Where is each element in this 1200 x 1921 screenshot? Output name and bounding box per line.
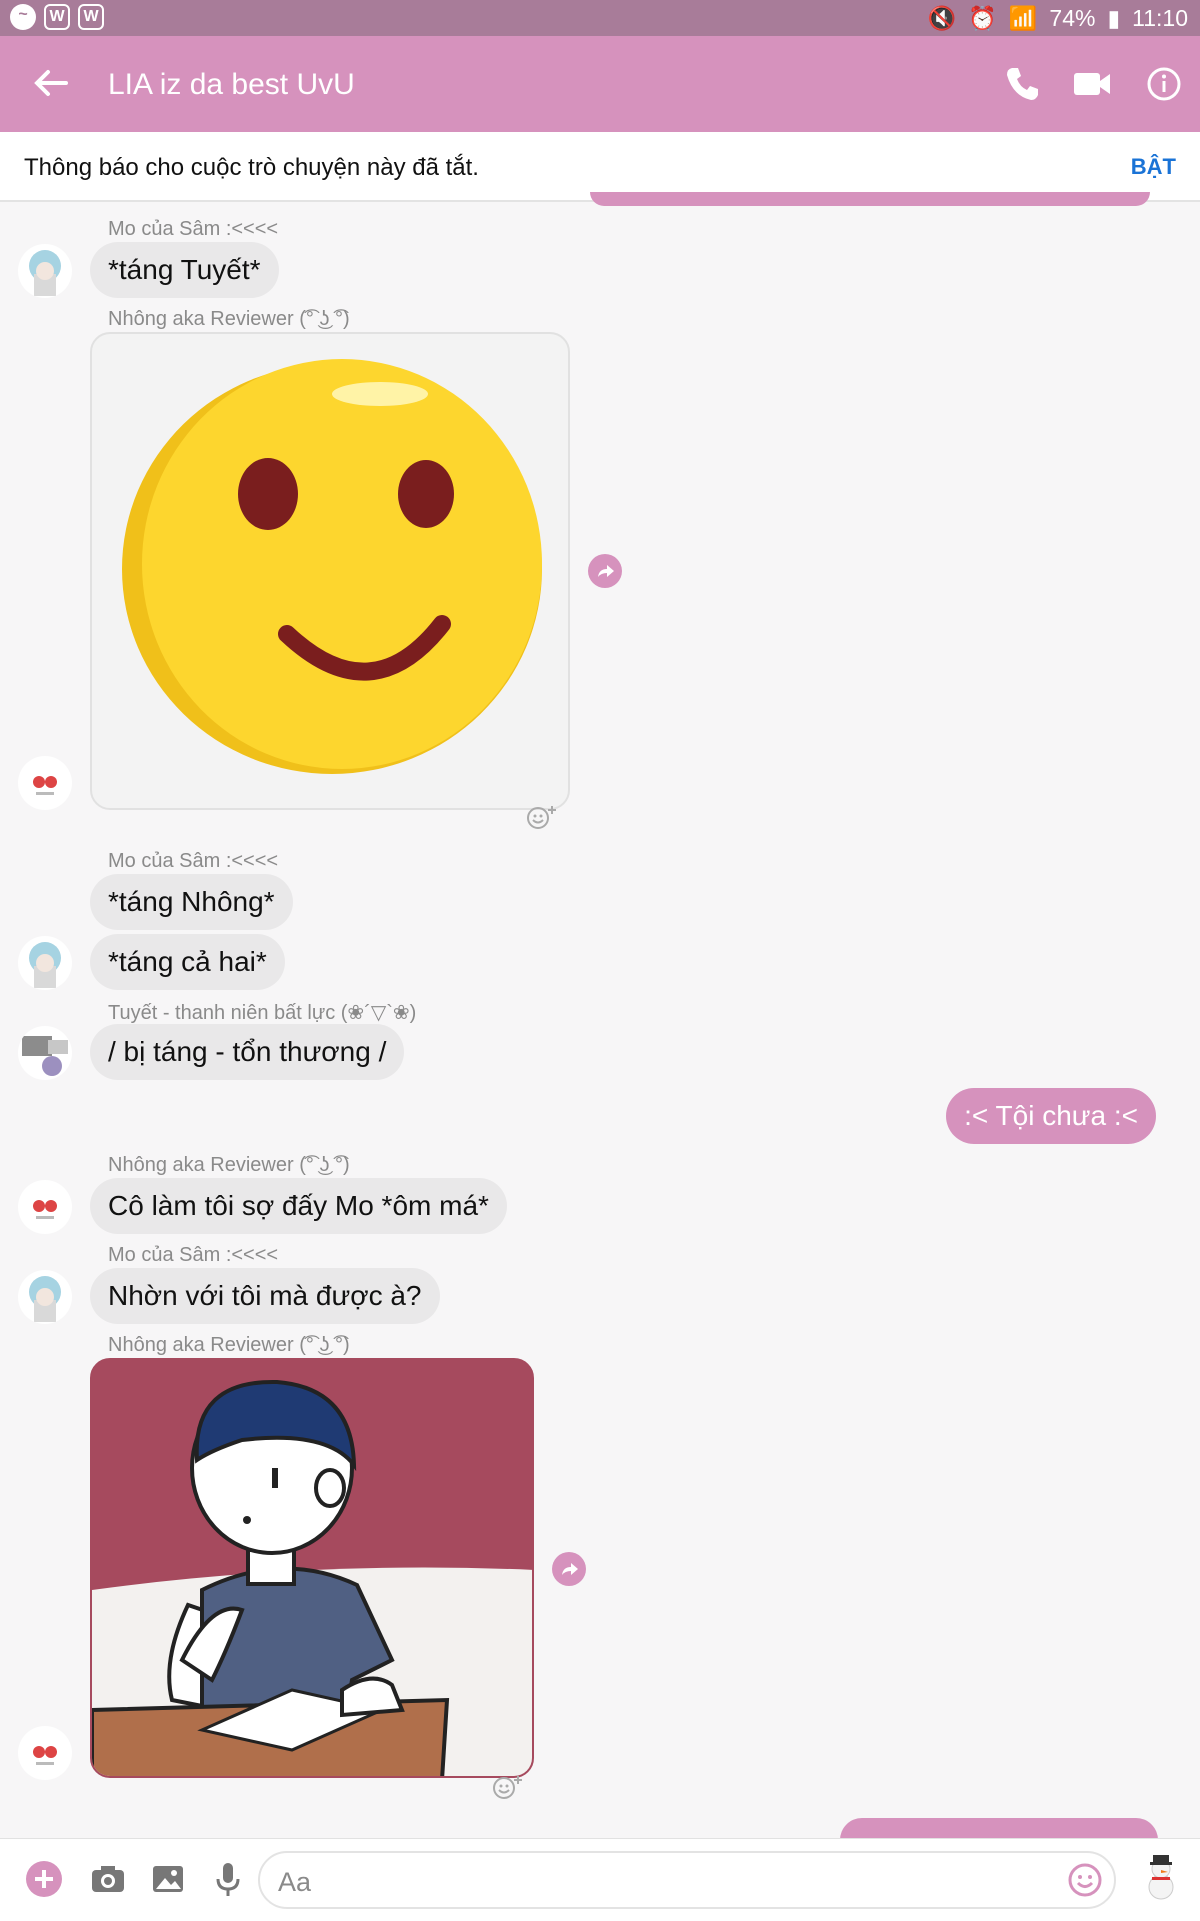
- battery-icon: ▮: [1107, 5, 1121, 31]
- message-bubble[interactable]: *táng Nhông*: [90, 874, 293, 930]
- avatar[interactable]: [18, 1026, 72, 1080]
- info-icon[interactable]: [1140, 60, 1188, 108]
- w-app-icon: W: [78, 4, 104, 30]
- snowman-icon[interactable]: [1138, 1853, 1184, 1903]
- partial-bubble: [590, 192, 1150, 206]
- sender-name: Nhông aka Reviewer (͡° ͜ʖ ͡°): [108, 308, 350, 330]
- message-bubble[interactable]: *táng cả hai*: [90, 934, 285, 990]
- composer-bar: Aa: [0, 1838, 1200, 1921]
- add-reaction-icon[interactable]: [524, 802, 560, 832]
- alarm-icon: ⏰: [968, 5, 997, 31]
- status-bar: ~ W W 🔇 ⏰ 📶 74% ▮ 11:10: [0, 0, 1200, 36]
- avatar[interactable]: [18, 1270, 72, 1324]
- avatar[interactable]: [18, 756, 72, 810]
- avatar[interactable]: [18, 1180, 72, 1234]
- sender-name: Mo của Sâm :<<<<: [108, 850, 279, 872]
- signal-icon: 📶: [1008, 5, 1038, 31]
- message-bubble[interactable]: Nhờn với tôi mà được à?: [90, 1268, 440, 1324]
- message-bubble[interactable]: / bị táng - tổn thương /: [90, 1024, 405, 1080]
- emoji-icon[interactable]: [1066, 1861, 1104, 1899]
- sticker-image[interactable]: [90, 332, 570, 810]
- share-icon[interactable]: [552, 1552, 586, 1586]
- message-input-placeholder: Aa: [278, 1867, 312, 1897]
- avatar[interactable]: [18, 1726, 72, 1780]
- sticker-image[interactable]: [90, 1358, 534, 1778]
- sender-name: Mo của Sâm :<<<<: [108, 218, 279, 240]
- partial-bubble: [840, 1818, 1158, 1840]
- avatar[interactable]: [18, 936, 72, 990]
- messenger-icon: ~: [10, 4, 36, 30]
- video-camera-icon[interactable]: [1068, 60, 1116, 108]
- add-reaction-icon[interactable]: [490, 1772, 526, 1802]
- microphone-icon[interactable]: [208, 1859, 248, 1899]
- share-icon[interactable]: [588, 554, 622, 588]
- camera-icon[interactable]: [88, 1859, 128, 1899]
- avatar[interactable]: [18, 244, 72, 298]
- plus-icon[interactable]: [24, 1859, 64, 1899]
- mute-icon: 🔇: [927, 5, 957, 31]
- clock: 11:10: [1132, 5, 1188, 31]
- sender-name: Nhông aka Reviewer (͡° ͜ʖ ͡°): [108, 1334, 350, 1356]
- message-bubble[interactable]: Cô làm tôi sợ đấy Mo *ôm má*: [90, 1178, 507, 1234]
- message-input[interactable]: Aa: [258, 1851, 1116, 1909]
- sender-name: Tuyết - thanh niên bất lực (❀´▽`❀): [108, 1002, 417, 1024]
- back-arrow-icon[interactable]: [26, 58, 76, 108]
- sender-name: Mo của Sâm :<<<<: [108, 1244, 279, 1266]
- muted-notice-text: Thông báo cho cuộc trò chuyện này đã tắt…: [24, 154, 479, 181]
- my-message-bubble[interactable]: :< Tội chưa :<: [946, 1088, 1156, 1144]
- image-icon[interactable]: [148, 1859, 188, 1899]
- w-app-icon: W: [44, 4, 70, 30]
- conversation-header: LIA iz da best UvU: [0, 36, 1200, 132]
- smiling-emoji-sticker: [122, 359, 542, 774]
- conversation-title[interactable]: LIA iz da best UvU: [108, 68, 355, 102]
- boy-at-desk-sticker: [92, 1360, 532, 1776]
- battery-level: 74%: [1049, 5, 1096, 31]
- turn-on-button[interactable]: BẬT: [1131, 154, 1176, 180]
- sender-name: Nhông aka Reviewer (͡° ͜ʖ ͡°): [108, 1154, 350, 1176]
- message-bubble[interactable]: *táng Tuyết*: [90, 242, 279, 298]
- phone-icon[interactable]: [998, 60, 1046, 108]
